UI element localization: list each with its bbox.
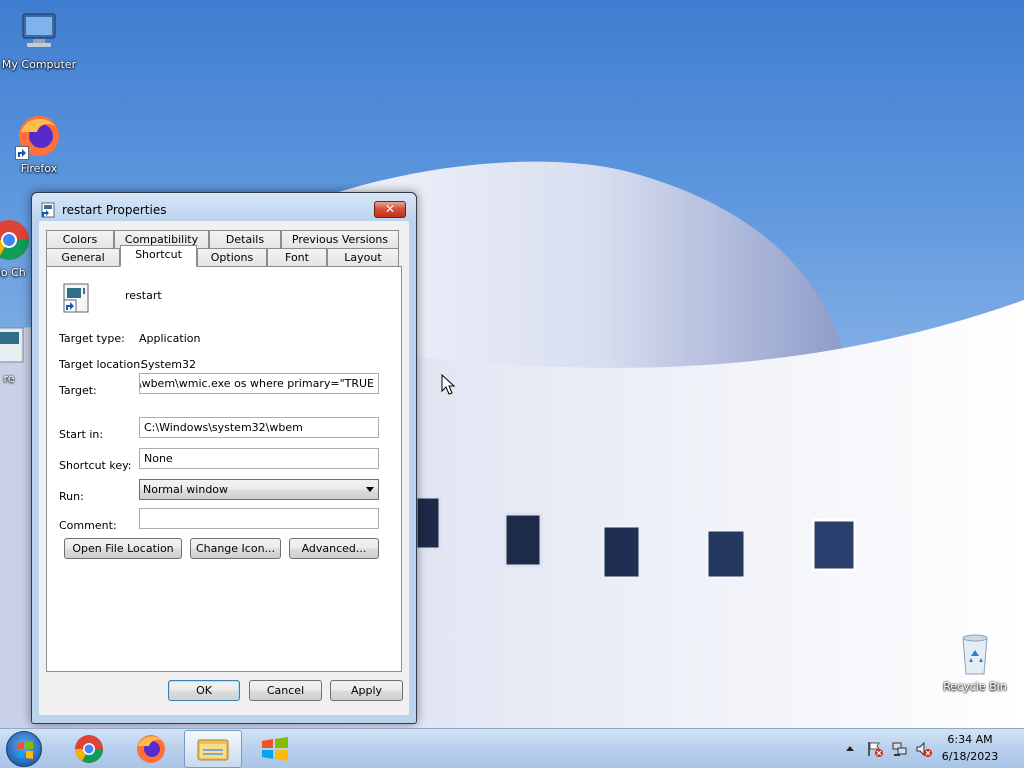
recycle-bin-icon bbox=[951, 630, 999, 678]
desktop-icon-label: Firefox bbox=[20, 162, 58, 175]
tab-previous-versions[interactable]: Previous Versions bbox=[281, 230, 399, 249]
taskbar-explorer-button[interactable] bbox=[184, 730, 242, 768]
start-in-label: Start in: bbox=[59, 428, 104, 441]
chrome-icon bbox=[75, 735, 103, 763]
tab-general[interactable]: General bbox=[46, 248, 120, 267]
separator bbox=[59, 405, 377, 406]
separator bbox=[59, 319, 377, 320]
run-dropdown[interactable]: Normal window bbox=[139, 479, 379, 500]
close-button[interactable]: ✕ bbox=[374, 201, 406, 218]
tab-label: Layout bbox=[344, 251, 382, 264]
desktop-icon-my-computer[interactable]: My Computer bbox=[0, 8, 78, 71]
desktop-icon-label: Go Ch bbox=[0, 266, 26, 279]
tab-label: Shortcut bbox=[135, 248, 182, 261]
mouse-cursor-icon bbox=[441, 374, 456, 395]
desktop-icon-label: My Computer bbox=[1, 58, 77, 71]
tab-font[interactable]: Font bbox=[267, 248, 327, 267]
action-center-flag-icon[interactable] bbox=[866, 740, 884, 758]
computer-icon bbox=[15, 8, 63, 56]
chevron-down-icon bbox=[366, 487, 374, 492]
windows-logo-icon bbox=[262, 737, 288, 761]
firefox-icon bbox=[15, 112, 63, 160]
tab-label: Previous Versions bbox=[291, 233, 389, 246]
show-hidden-icons[interactable] bbox=[845, 744, 855, 752]
close-icon: ✕ bbox=[384, 202, 396, 216]
shortcut-tab-page: restart Target type: Application Target … bbox=[46, 266, 402, 672]
desktop-icon-recycle-bin[interactable]: Recycle Bin bbox=[936, 630, 1014, 693]
open-file-location-button[interactable]: Open File Location bbox=[64, 538, 182, 559]
network-icon[interactable] bbox=[891, 740, 909, 758]
volume-muted-icon[interactable] bbox=[915, 740, 933, 758]
taskbar: 6:34 AM 6/18/2023 bbox=[0, 728, 1024, 768]
taskbar-chrome-button[interactable] bbox=[60, 730, 118, 768]
tab-label: Details bbox=[225, 233, 265, 246]
tab-label: Font bbox=[285, 251, 309, 264]
target-location-value: System32 bbox=[141, 358, 197, 371]
clock-time[interactable]: 6:34 AM bbox=[940, 733, 1000, 746]
target-field-text: :m32\wbem\wmic.exe os where primary="TRU… bbox=[139, 377, 374, 390]
target-type-value: Application bbox=[139, 332, 201, 345]
tab-label: General bbox=[61, 251, 105, 264]
advanced-button[interactable]: Advanced... bbox=[289, 538, 379, 559]
window-title: restart Properties bbox=[62, 203, 167, 217]
start-in-field[interactable]: C:\Windows\system32\wbem bbox=[139, 417, 379, 438]
run-label: Run: bbox=[59, 490, 84, 503]
shortcut-file-icon bbox=[40, 202, 56, 218]
tab-details[interactable]: Details bbox=[209, 230, 281, 249]
firefox-icon bbox=[137, 735, 165, 763]
shortcut-arrow-icon bbox=[15, 146, 29, 160]
desktop-icon-firefox[interactable]: Firefox bbox=[0, 112, 78, 175]
dialog-client-area: Colors Compatibility Details Previous Ve… bbox=[39, 221, 409, 715]
run-dropdown-value: Normal window bbox=[143, 483, 229, 496]
windows-logo-icon bbox=[17, 741, 33, 759]
shortcut-name: restart bbox=[125, 289, 162, 302]
chrome-icon bbox=[0, 216, 33, 264]
comment-label: Comment: bbox=[59, 519, 117, 532]
properties-window: restart Properties ✕ Colors Compatibilit… bbox=[31, 192, 417, 724]
clock-date[interactable]: 6/18/2023 bbox=[940, 750, 1000, 763]
shortcut-large-icon bbox=[60, 282, 92, 314]
target-label: Target: bbox=[59, 384, 97, 397]
file-explorer-icon bbox=[197, 739, 229, 761]
ok-button[interactable]: OK bbox=[168, 680, 240, 701]
tab-colors[interactable]: Colors bbox=[46, 230, 114, 249]
taskbar-firefox-button[interactable] bbox=[122, 730, 180, 768]
target-location-label: Target location: bbox=[59, 358, 144, 371]
comment-field[interactable] bbox=[139, 508, 379, 529]
desktop-icon-label: re bbox=[3, 372, 15, 385]
cancel-button[interactable]: Cancel bbox=[249, 680, 322, 701]
tab-layout[interactable]: Layout bbox=[327, 248, 399, 267]
taskbar-windows-button[interactable] bbox=[246, 730, 304, 768]
tab-label: Options bbox=[210, 251, 254, 264]
change-icon-button[interactable]: Change Icon... bbox=[190, 538, 281, 559]
tab-shortcut[interactable]: Shortcut bbox=[120, 245, 197, 267]
shortcut-key-label: Shortcut key: bbox=[59, 459, 132, 472]
target-field[interactable]: :m32\wbem\wmic.exe os where primary="TRU… bbox=[139, 373, 379, 394]
shortcut-icon bbox=[0, 322, 33, 370]
apply-button[interactable]: Apply bbox=[330, 680, 403, 701]
title-bar[interactable]: restart Properties ✕ bbox=[32, 193, 416, 221]
target-type-label: Target type: bbox=[59, 332, 125, 345]
tab-options[interactable]: Options bbox=[197, 248, 267, 267]
desktop-icon-label: Recycle Bin bbox=[943, 680, 1007, 693]
start-button[interactable] bbox=[6, 731, 42, 767]
shortcut-key-field[interactable]: None bbox=[139, 448, 379, 469]
tab-label: Colors bbox=[62, 233, 98, 246]
